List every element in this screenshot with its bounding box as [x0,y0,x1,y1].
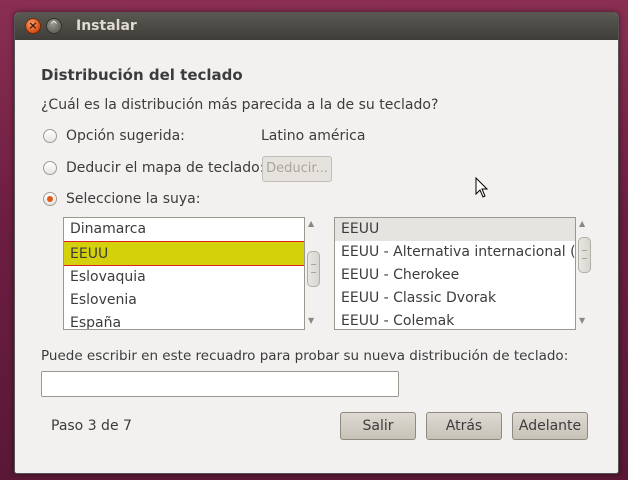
list-item-selected[interactable]: EEUU [64,241,304,266]
test-hint: Puede escribir en este recuadro para pro… [41,348,569,364]
quit-button[interactable]: Salir [340,412,416,440]
variant-list-scrollbar[interactable]: ▲ ▼ [577,217,591,328]
list-item[interactable]: EEUU - Cherokee [335,264,575,287]
scrollbar-thumb[interactable] [307,251,320,287]
scroll-up-icon[interactable]: ▲ [308,219,314,229]
mouse-cursor-icon [475,177,489,198]
page-title: Distribución del teclado [41,66,243,84]
radio-choose[interactable]: Seleccione la suya: [43,191,200,207]
radio-suggested-indicator[interactable] [43,129,57,143]
list-item[interactable]: Dinamarca [64,218,304,241]
list-item[interactable]: Eslovenia [64,289,304,312]
radio-deduce-label: Deducir el mapa de teclado: [66,160,265,176]
list-item[interactable]: EEUU - Colemak [335,310,575,329]
radio-choose-label: Seleccione la suya: [66,191,201,207]
close-icon[interactable]: × [25,18,41,34]
back-button[interactable]: Atrás [426,412,502,440]
title-bar[interactable]: × ^ Instalar [15,13,618,40]
scroll-up-icon[interactable]: ▲ [579,219,585,229]
layout-list[interactable]: Dinamarca EEUU Eslovaquia Eslovenia Espa… [63,217,305,330]
layout-list-scrollbar[interactable]: ▲ ▼ [306,217,320,328]
window-title: Instalar [76,18,137,34]
deduce-button[interactable]: Deducir... [262,156,332,182]
list-item-selected[interactable]: EEUU [335,218,575,241]
step-indicator: Paso 3 de 7 [51,418,132,434]
page-question: ¿Cuál es la distribución más parecida a … [41,97,439,113]
list-item[interactable]: Eslovaquia [64,266,304,289]
installer-window: × ^ Instalar Distribución del teclado ¿C… [14,12,619,474]
variant-list[interactable]: EEUU EEUU - Alternativa internacional (a… [334,217,576,330]
list-item[interactable]: España [64,312,304,329]
scrollbar-thumb[interactable] [578,237,591,273]
radio-choose-indicator[interactable] [43,192,57,206]
maximize-icon[interactable]: ^ [46,18,62,34]
scroll-down-icon[interactable]: ▼ [579,316,585,326]
radio-deduce-indicator[interactable] [43,161,57,175]
scroll-down-icon[interactable]: ▼ [308,316,314,326]
forward-button[interactable]: Adelante [512,412,588,440]
radio-suggested-label: Opción sugerida: [66,128,185,144]
list-item[interactable]: EEUU - Classic Dvorak [335,287,575,310]
list-item[interactable]: EEUU - Alternativa internacional (ar [335,241,575,264]
radio-suggested[interactable]: Opción sugerida: [43,128,185,144]
suggested-layout-value: Latino américa [261,128,366,144]
radio-deduce[interactable]: Deducir el mapa de teclado: [43,160,264,176]
test-input[interactable] [41,371,399,397]
